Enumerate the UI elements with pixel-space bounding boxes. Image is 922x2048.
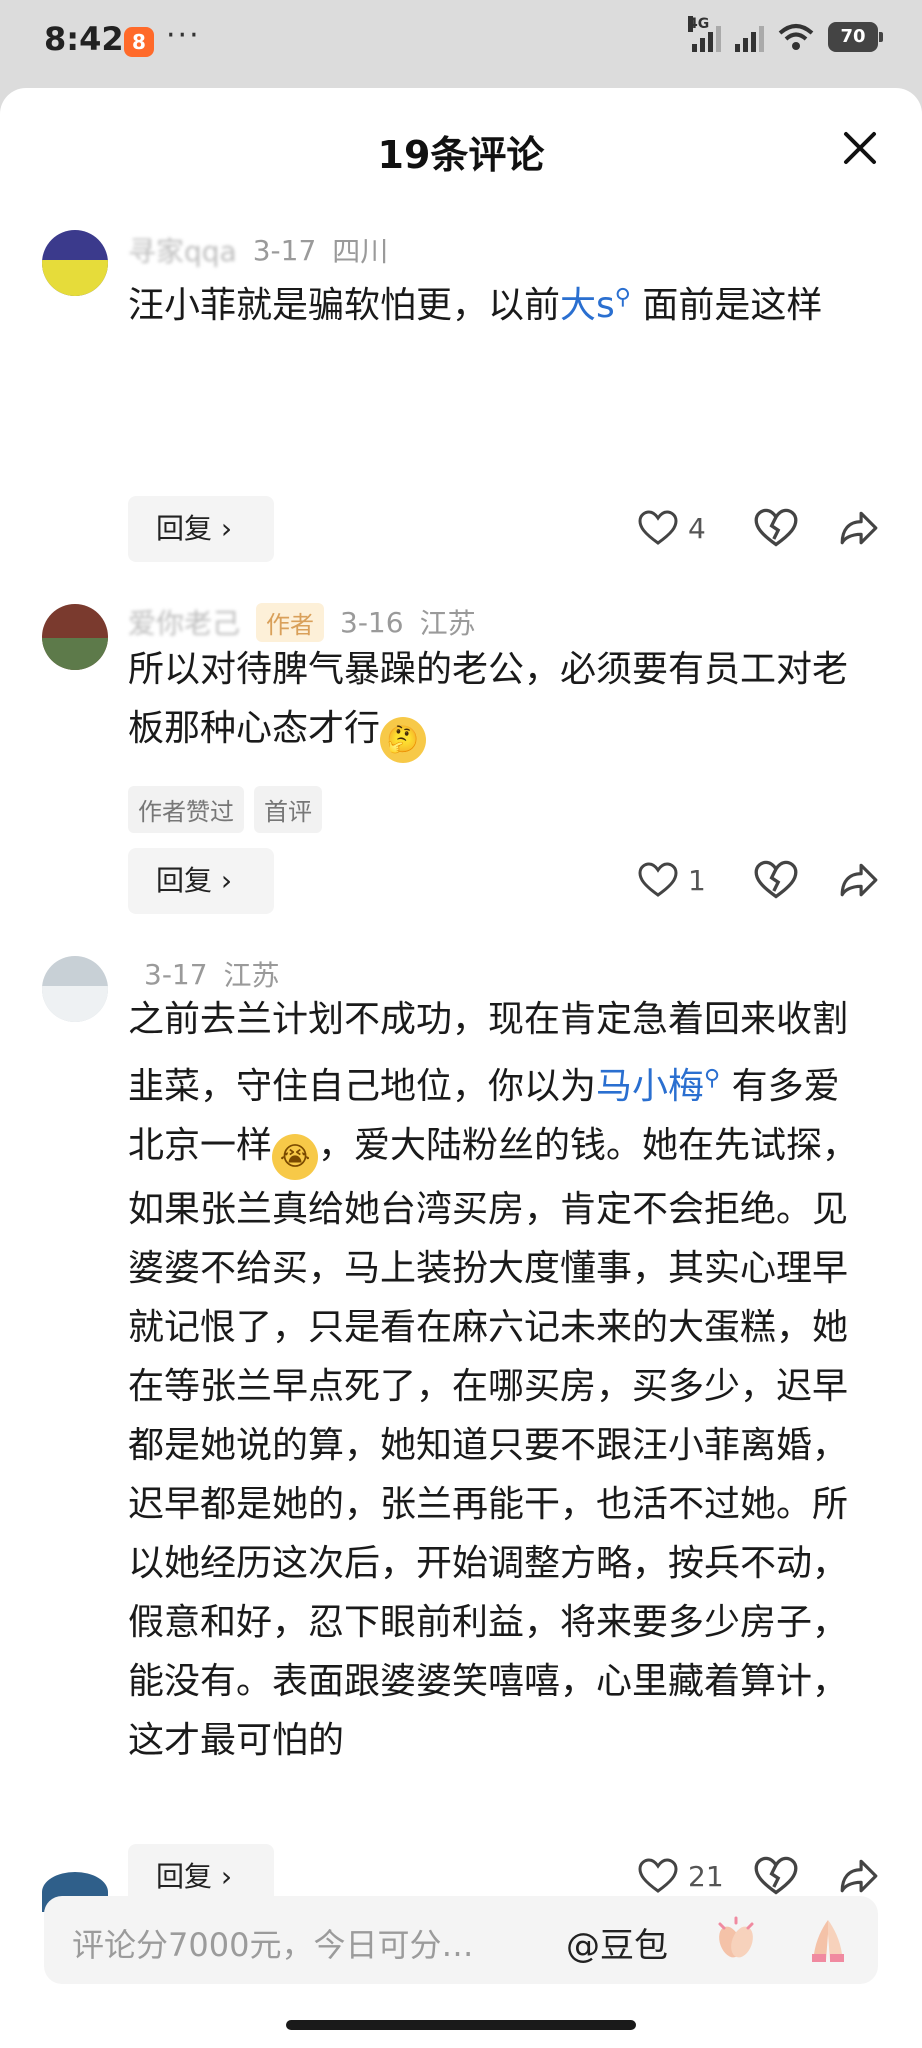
search-link[interactable]: 马小梅 bbox=[596, 1066, 704, 1107]
comment-item: 3-17 江苏 之前去兰计划不成功，现在肯定急着回来收割韭菜，守住自己地位，你以… bbox=[0, 956, 922, 1920]
home-indicator[interactable] bbox=[286, 2020, 636, 2030]
search-icon: ⚲ bbox=[704, 1066, 721, 1091]
avatar[interactable] bbox=[42, 230, 108, 296]
clapping-hands-icon[interactable] bbox=[710, 1914, 762, 1966]
heart-icon bbox=[638, 510, 678, 545]
status-more-icon: ··· bbox=[166, 18, 201, 53]
comment-item: 寻家qqa 3-17 四川 汪小菲就是骗软怕更，以前大s⚲ 面前是这样 回复 ›… bbox=[0, 230, 922, 562]
comment-input[interactable]: 评论分7000元，今日可分… @豆包 bbox=[44, 1896, 878, 1984]
thinking-emoji-icon: 🤔 bbox=[380, 717, 427, 763]
like-count: 1 bbox=[688, 863, 706, 897]
broken-heart-icon[interactable] bbox=[754, 858, 798, 902]
broken-heart-icon[interactable] bbox=[754, 506, 798, 550]
heart-icon bbox=[638, 1858, 678, 1893]
comment-date: 3-17 bbox=[144, 957, 208, 991]
cellular-signal-icon: 4G bbox=[688, 16, 721, 52]
share-icon[interactable] bbox=[838, 507, 880, 549]
author-tag: 作者 bbox=[256, 602, 325, 642]
reply-label: 回复 bbox=[156, 1860, 213, 1893]
heart-icon bbox=[638, 862, 678, 897]
search-icon: ⚲ bbox=[614, 285, 631, 310]
comment-actions: 4 bbox=[638, 506, 880, 550]
share-icon[interactable] bbox=[838, 859, 880, 901]
comment-actions: 1 bbox=[638, 858, 880, 902]
like-count: 21 bbox=[688, 1859, 724, 1893]
comment-location: 江苏 bbox=[419, 607, 476, 640]
cellular-signal-2-icon bbox=[735, 22, 764, 52]
wifi-icon bbox=[778, 24, 814, 50]
comment-meta: 3-17 江苏 bbox=[128, 954, 280, 994]
comment-text-part: 汪小菲就是骗软怕更，以前 bbox=[128, 285, 561, 326]
badge-first-comment: 首评 bbox=[254, 786, 322, 833]
crying-laughing-emoji-icon: 😭 bbox=[272, 1134, 319, 1180]
mention-button[interactable]: @豆包 bbox=[566, 1918, 668, 1967]
broken-heart-icon[interactable] bbox=[754, 1854, 798, 1898]
comment-input-placeholder: 评论分7000元，今日可分… bbox=[72, 1926, 474, 1964]
like-button[interactable]: 21 bbox=[638, 1858, 734, 1894]
close-icon[interactable] bbox=[840, 128, 880, 168]
praying-hands-icon[interactable] bbox=[802, 1914, 854, 1966]
avatar[interactable] bbox=[42, 604, 108, 670]
comment-text-part: 所以对待脾气暴躁的老公，必须要有员工对老板那种心态才行 bbox=[128, 649, 849, 749]
comment-meta: 寻家qqa 3-17 四川 bbox=[128, 230, 388, 270]
like-button[interactable]: 4 bbox=[638, 510, 734, 546]
comment-actions: 21 bbox=[638, 1854, 880, 1898]
badge-author-liked: 作者赞过 bbox=[128, 786, 244, 833]
comment-item: 爱你老己 作者 3-16 江苏 所以对待脾气暴躁的老公，必须要有员工对老板那种心… bbox=[0, 602, 922, 938]
network-type: 4G bbox=[688, 16, 710, 32]
username[interactable]: 寻家qqa bbox=[128, 230, 237, 270]
username[interactable]: 爱你老己 bbox=[128, 602, 240, 642]
reply-button[interactable]: 回复 › bbox=[128, 496, 274, 562]
sheet-title: 19条评论 bbox=[377, 133, 545, 177]
status-time: 8:42 bbox=[44, 20, 124, 58]
comment-text: 汪小菲就是骗软怕更，以前大s⚲ 面前是这样 bbox=[128, 268, 868, 335]
comment-badges: 作者赞过 首评 bbox=[128, 786, 322, 833]
status-indicators: 4G 70 bbox=[688, 16, 883, 52]
comment-date: 3-17 bbox=[252, 233, 317, 267]
status-bar: 8:42 8 ··· 4G 70 bbox=[0, 0, 922, 86]
comment-date: 3-16 bbox=[340, 605, 404, 639]
comment-meta: 爱你老己 作者 3-16 江苏 bbox=[128, 602, 476, 642]
avatar[interactable] bbox=[42, 956, 108, 1022]
like-count: 4 bbox=[688, 511, 706, 545]
comment-sheet: 19条评论 寻家qqa 3-17 四川 汪小菲就是骗软怕更，以前大s⚲ 面前是这… bbox=[0, 88, 922, 2048]
comment-text-part: 面前是这样 bbox=[630, 285, 823, 326]
battery-icon: 70 bbox=[828, 22, 883, 52]
reply-label: 回复 bbox=[156, 512, 213, 545]
comment-text: 所以对待脾气暴躁的老公，必须要有员工对老板那种心态才行 🤔 bbox=[128, 640, 868, 763]
comment-text-part: ，爱大陆粉丝的钱。她在先试探，如果张兰真给她台湾买房，肯定不会拒绝。见婆婆不给买… bbox=[128, 1125, 859, 1761]
share-icon[interactable] bbox=[838, 1855, 880, 1897]
comment-text: 之前去兰计划不成功，现在肯定急着回来收割韭菜，守住自己地位，你以为马小梅⚲ 有多… bbox=[128, 990, 868, 1770]
app-notification-icon: 8 bbox=[124, 27, 154, 57]
comment-location: 四川 bbox=[332, 235, 389, 268]
reply-label: 回复 bbox=[156, 864, 213, 897]
comment-location: 江苏 bbox=[223, 959, 280, 992]
like-button[interactable]: 1 bbox=[638, 862, 734, 898]
reply-button[interactable]: 回复 › bbox=[128, 848, 274, 914]
search-link[interactable]: 大s bbox=[560, 285, 615, 326]
